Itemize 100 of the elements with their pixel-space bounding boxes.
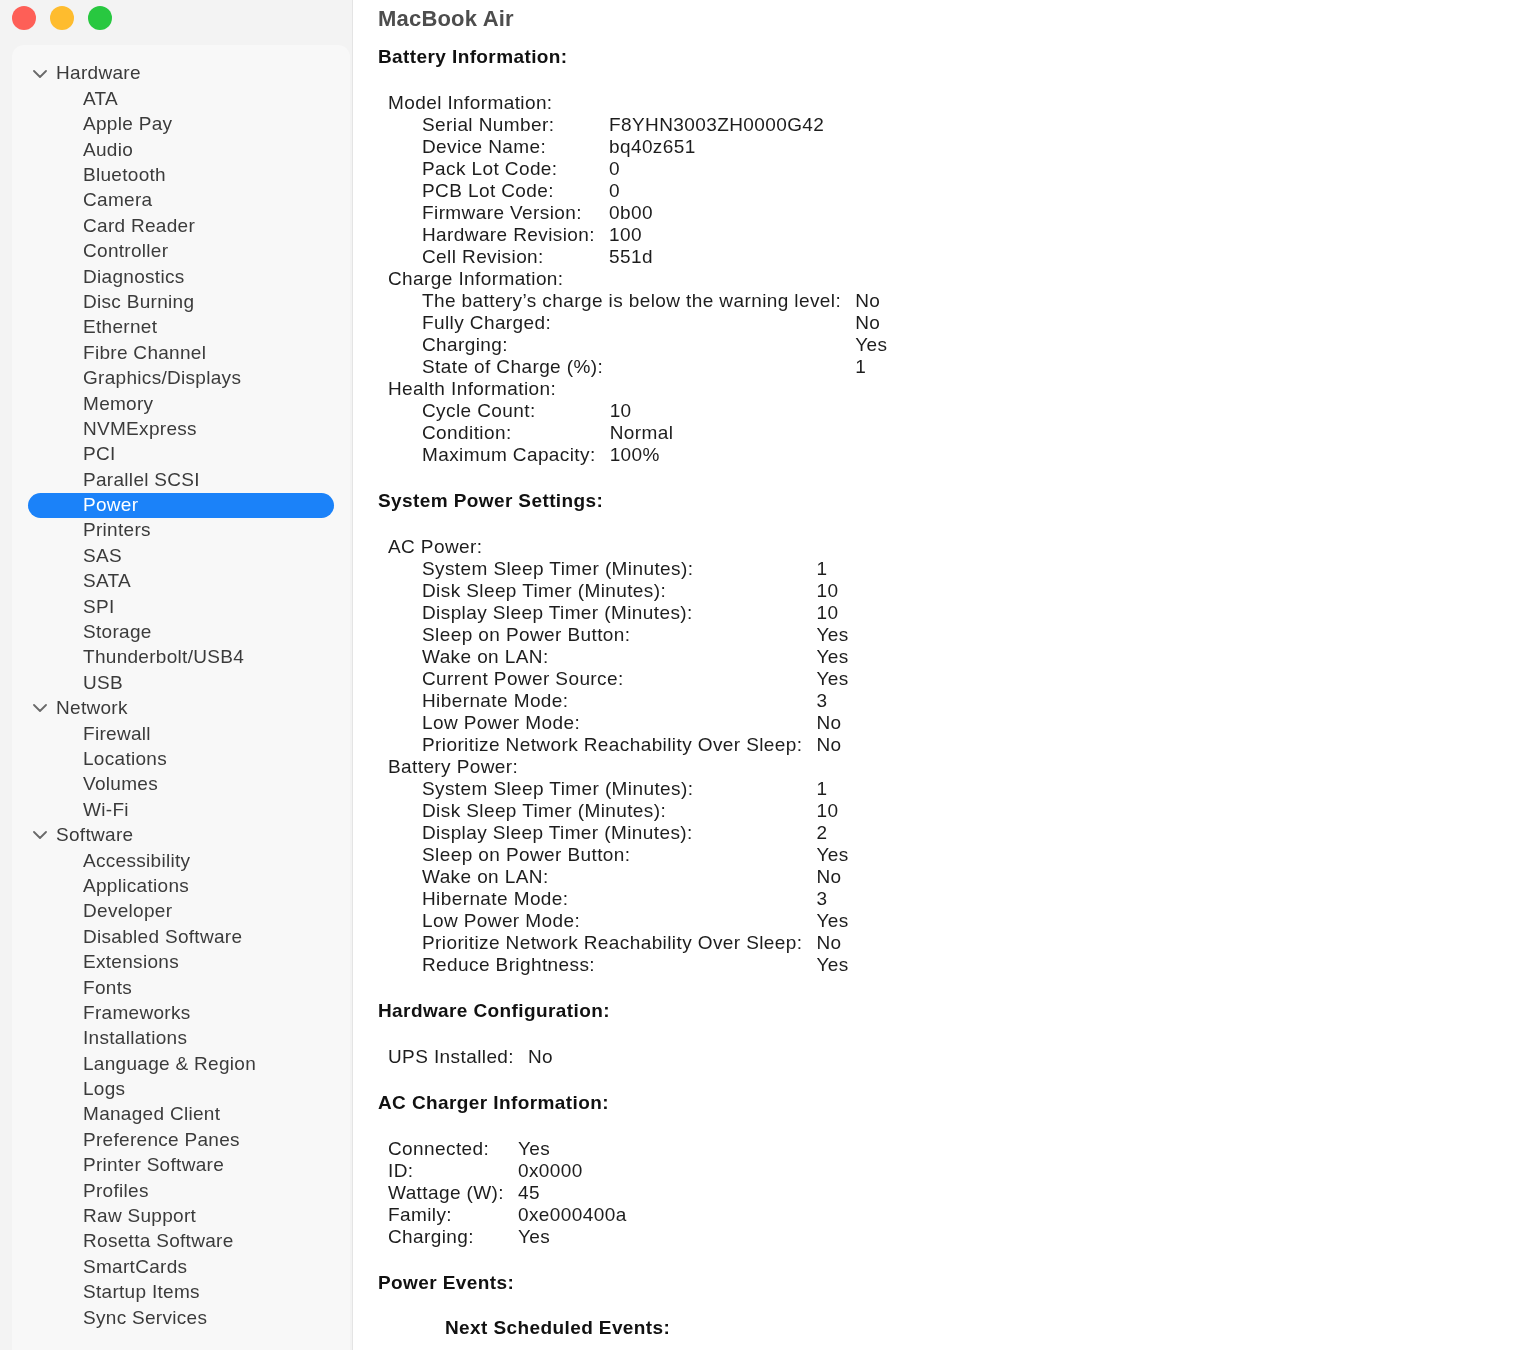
sidebar-item[interactable]: Extensions bbox=[28, 949, 334, 976]
chevron-down-icon[interactable] bbox=[33, 69, 47, 78]
section-heading: System Power Settings: bbox=[378, 490, 604, 512]
window-title: MacBook Air bbox=[378, 6, 514, 32]
property-value: 100 bbox=[609, 224, 643, 246]
sidebar-item[interactable]: Parallel SCSI bbox=[28, 467, 334, 493]
sidebar-item[interactable]: Language & Region bbox=[28, 1051, 334, 1077]
property-label: Hardware Revision: bbox=[422, 224, 595, 246]
property-value: 1 bbox=[816, 558, 829, 580]
property-value: 0b00 bbox=[609, 202, 654, 224]
property-label: Disk Sleep Timer (Minutes): bbox=[422, 580, 668, 602]
sidebar-item[interactable]: SATA bbox=[28, 568, 334, 595]
property-label: Disk Sleep Timer (Minutes): bbox=[422, 800, 668, 822]
sidebar-item[interactable]: Thunderbolt/USB4 bbox=[28, 645, 334, 671]
sidebar-category[interactable]: Hardware bbox=[28, 61, 334, 87]
property-value: F8YHN3003ZH0000G42 bbox=[609, 114, 825, 136]
property-value: 100% bbox=[609, 444, 661, 466]
sidebar-item[interactable]: Startup Items bbox=[28, 1279, 334, 1306]
property-value: No bbox=[855, 312, 882, 334]
property-value: No bbox=[816, 866, 843, 888]
sidebar-item[interactable]: NVMExpress bbox=[28, 416, 334, 442]
property-label: State of Charge (%): bbox=[422, 356, 605, 378]
sidebar-item[interactable]: Sync Services bbox=[28, 1305, 334, 1331]
property-label: Hibernate Mode: bbox=[422, 888, 570, 910]
property-label: Fully Charged: bbox=[422, 312, 553, 334]
chevron-down-icon[interactable] bbox=[33, 831, 47, 840]
property-value: No bbox=[816, 734, 843, 756]
sidebar-item[interactable]: Volumes bbox=[28, 771, 334, 798]
sidebar-item[interactable]: Disc Burning bbox=[28, 289, 334, 315]
property-label: System Sleep Timer (Minutes): bbox=[422, 778, 695, 800]
property-value: 0 bbox=[609, 180, 621, 202]
group-label: Model Information: bbox=[388, 92, 553, 114]
close-button[interactable] bbox=[12, 6, 36, 30]
property-label: Display Sleep Timer (Minutes): bbox=[422, 602, 694, 624]
sidebar-item[interactable]: Profiles bbox=[28, 1178, 334, 1204]
sidebar-item[interactable]: Apple Pay bbox=[28, 111, 334, 138]
property-label: Low Power Mode: bbox=[422, 910, 582, 932]
property-value: 551d bbox=[609, 246, 654, 268]
sidebar-item[interactable]: Bluetooth bbox=[28, 162, 334, 188]
sidebar-category[interactable]: Network bbox=[28, 695, 334, 722]
sidebar-item[interactable]: Firewall bbox=[28, 721, 334, 747]
property-value: No bbox=[816, 712, 843, 734]
property-label: Pack Lot Code: bbox=[422, 158, 559, 180]
sidebar-item[interactable]: Memory bbox=[28, 391, 334, 417]
sidebar-item[interactable]: Wi-Fi bbox=[28, 797, 334, 823]
property-value: Yes bbox=[816, 910, 849, 932]
property-label: Wake on LAN: bbox=[422, 866, 550, 888]
property-label: Low Power Mode: bbox=[422, 712, 582, 734]
chevron-down-icon[interactable] bbox=[33, 704, 47, 713]
sidebar-item[interactable]: PCI bbox=[28, 441, 334, 468]
property-value: 10 bbox=[609, 400, 633, 422]
sidebar-item[interactable]: Fibre Channel bbox=[28, 340, 334, 366]
sidebar-item[interactable]: Managed Client bbox=[28, 1102, 334, 1128]
sidebar-item[interactable]: ATA bbox=[28, 86, 334, 112]
property-value: 10 bbox=[816, 602, 840, 624]
sidebar-item[interactable]: Diagnostics bbox=[28, 264, 334, 290]
sidebar-item[interactable]: Ethernet bbox=[28, 314, 334, 341]
sidebar-item[interactable]: Storage bbox=[28, 619, 334, 645]
sidebar-item[interactable]: Preference Panes bbox=[28, 1127, 334, 1153]
sidebar-item[interactable]: Locations bbox=[28, 746, 334, 772]
property-value: 0 bbox=[609, 158, 621, 180]
sidebar-item[interactable]: Accessibility bbox=[28, 848, 334, 874]
sidebar-item[interactable]: Disabled Software bbox=[28, 924, 334, 950]
sidebar-item[interactable]: Developer bbox=[28, 898, 334, 925]
sidebar-item[interactable]: SmartCards bbox=[28, 1254, 334, 1280]
property-label: Charging: bbox=[422, 334, 509, 356]
sidebar-item[interactable]: Frameworks bbox=[28, 1000, 334, 1026]
sidebar-item[interactable]: Logs bbox=[28, 1076, 334, 1102]
property-label: UPS Installed: bbox=[388, 1046, 514, 1068]
property-label: ID: bbox=[388, 1160, 415, 1182]
sidebar-item[interactable]: Applications bbox=[28, 873, 334, 899]
sidebar-item[interactable]: SAS bbox=[28, 543, 334, 569]
sidebar-item[interactable]: Fonts bbox=[28, 975, 334, 1001]
section-heading: AC Charger Information: bbox=[378, 1092, 609, 1114]
property-value: 3 bbox=[816, 888, 829, 910]
sidebar-item[interactable]: Printer Software bbox=[28, 1152, 334, 1179]
sidebar-item[interactable]: Controller bbox=[28, 238, 334, 265]
sidebar-item[interactable]: Installations bbox=[28, 1025, 334, 1052]
sidebar-item[interactable]: Raw Support bbox=[28, 1203, 334, 1229]
sidebar-category[interactable]: Software bbox=[28, 822, 334, 849]
property-value: 0xe000400a bbox=[518, 1204, 627, 1226]
sidebar-item[interactable]: Graphics/Displays bbox=[28, 365, 334, 392]
sidebar-item[interactable]: Audio bbox=[28, 137, 334, 163]
sidebar-item[interactable]: Power bbox=[28, 492, 334, 519]
property-label: Device Name: bbox=[422, 136, 548, 158]
sidebar-item[interactable]: USB bbox=[28, 670, 334, 696]
property-value: No bbox=[855, 290, 882, 312]
property-value: No bbox=[816, 932, 843, 954]
property-label: The battery’s charge is below the warning level: bbox=[422, 290, 842, 312]
sidebar-item[interactable]: Card Reader bbox=[28, 213, 334, 239]
sidebar-item[interactable]: Rosetta Software bbox=[28, 1228, 334, 1255]
sidebar-item[interactable]: Printers bbox=[28, 518, 334, 544]
property-value: Yes bbox=[816, 954, 849, 976]
property-label: Reduce Brightness: bbox=[422, 954, 596, 976]
sidebar-item[interactable]: SPI bbox=[28, 594, 334, 620]
sidebar-item[interactable]: Camera bbox=[28, 187, 334, 214]
property-value: 10 bbox=[816, 580, 840, 602]
property-label: Hibernate Mode: bbox=[422, 690, 570, 712]
property-label: PCB Lot Code: bbox=[422, 180, 555, 202]
property-label: Prioritize Network Reachability Over Sleep: bbox=[422, 734, 803, 756]
